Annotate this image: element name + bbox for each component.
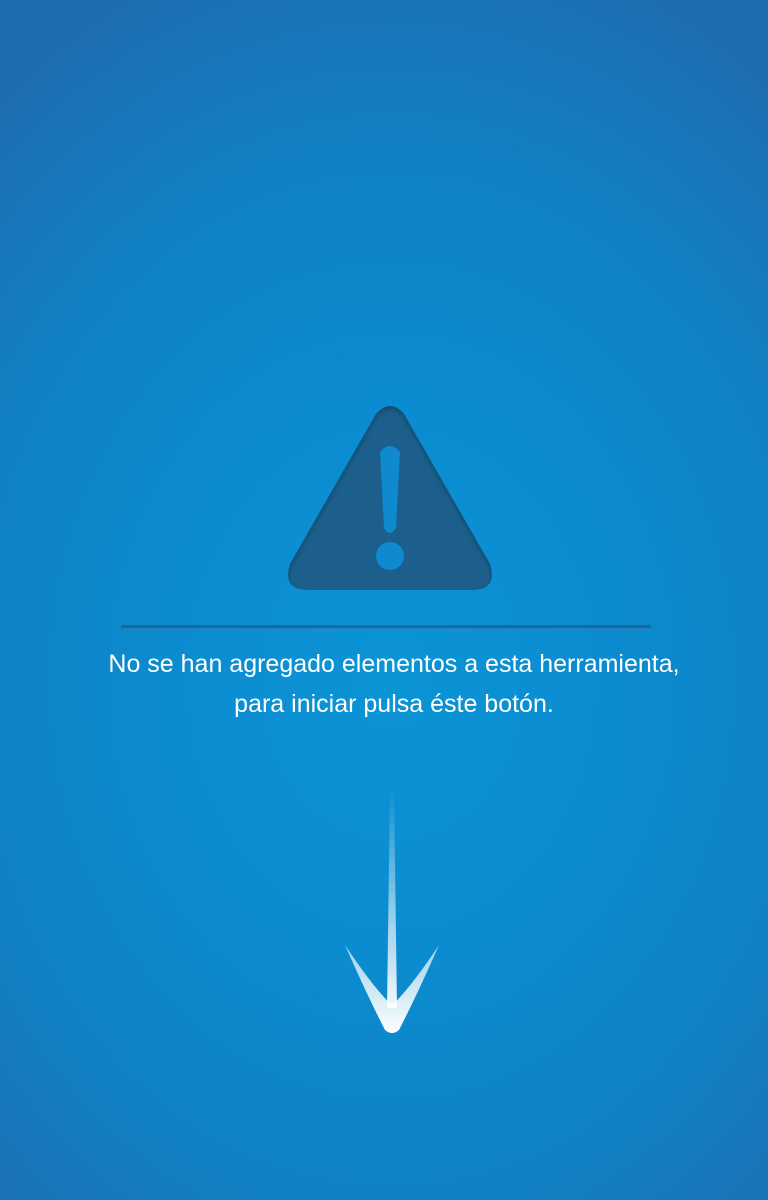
empty-state-screen: No se han agregado elementos a esta herr… [0, 0, 768, 1200]
message-line-1: No se han agregado elementos a esta herr… [108, 650, 680, 678]
warning-triangle-icon [288, 406, 492, 590]
message-line-2: para iniciar pulsa éste botón. [234, 690, 554, 718]
divider [121, 625, 651, 629]
arrow-down-icon [345, 790, 439, 1033]
empty-state-message: No se han agregado elementos a esta herr… [40, 644, 748, 724]
